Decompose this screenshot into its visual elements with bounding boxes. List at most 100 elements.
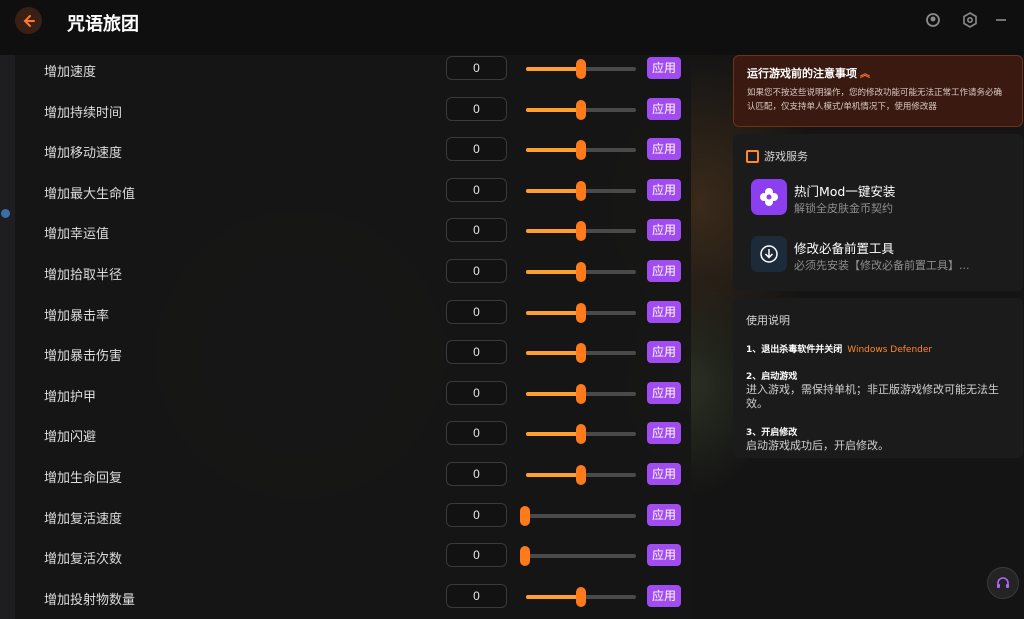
- mod-value-input[interactable]: 0: [446, 543, 507, 568]
- slider-thumb[interactable]: [576, 59, 586, 79]
- slider-thumb[interactable]: [576, 221, 586, 242]
- slider-thumb[interactable]: [576, 424, 586, 445]
- apply-button[interactable]: 应用: [647, 300, 681, 323]
- title-bar: 咒语旅团: [0, 0, 1024, 55]
- mod-label: 增加拾取半径: [44, 268, 123, 283]
- mod-slider[interactable]: [526, 302, 636, 323]
- mod-value-input[interactable]: 0: [446, 259, 507, 283]
- apply-button[interactable]: 应用: [647, 463, 681, 485]
- slider-fill: [526, 473, 581, 477]
- slider-thumb[interactable]: [576, 343, 586, 364]
- slider-fill: [526, 229, 581, 234]
- mod-value-input[interactable]: 0: [446, 177, 507, 202]
- slider-thumb[interactable]: [576, 586, 586, 607]
- download-icon: [751, 236, 787, 272]
- mod-slider[interactable]: [526, 383, 636, 404]
- slider-fill: [526, 432, 581, 437]
- mod-slider[interactable]: [526, 99, 636, 120]
- mod-value-input[interactable]: 0: [446, 502, 507, 527]
- windows-defender-link[interactable]: Windows Defender: [847, 345, 932, 355]
- instruction-step-head: 2、启动游戏: [746, 372, 798, 382]
- mod-slider[interactable]: [526, 424, 636, 445]
- mod-label: 增加复活次数: [44, 552, 123, 568]
- mod-label: 增加暴击率: [44, 308, 110, 324]
- mod-slider[interactable]: [526, 586, 636, 607]
- slider-thumb[interactable]: [576, 99, 586, 120]
- mod-label: 增加生命回复: [44, 471, 123, 486]
- mod-label: 增加持续时间: [44, 105, 123, 121]
- service-subtitle: 解锁全皮肤金币契约: [794, 202, 893, 215]
- mod-slider[interactable]: [526, 59, 636, 79]
- mod-row: 增加最大生命值 0 应用: [15, 177, 691, 208]
- mod-label: 增加复活速度: [44, 511, 123, 527]
- apply-button[interactable]: 应用: [647, 138, 681, 161]
- instruction-step-body: 进入游戏，需保持单机；非正版游戏修改可能无法生效。: [746, 383, 999, 410]
- mod-value-input[interactable]: 0: [446, 137, 507, 162]
- headset-icon: [997, 577, 1009, 588]
- apply-button[interactable]: 应用: [647, 381, 681, 404]
- mod-slider[interactable]: [526, 140, 636, 161]
- mod-slider[interactable]: [526, 180, 636, 201]
- slider-thumb[interactable]: [520, 546, 530, 567]
- apply-button[interactable]: 应用: [647, 422, 681, 445]
- mod-label: 增加移动速度: [44, 146, 123, 162]
- mod-value-input[interactable]: 0: [446, 421, 507, 446]
- services-header: 游戏服务: [746, 148, 808, 164]
- mod-slider[interactable]: [526, 465, 636, 485]
- apply-button[interactable]: 应用: [647, 57, 681, 79]
- slider-fill: [526, 594, 581, 599]
- mod-value-input[interactable]: 0: [446, 583, 507, 608]
- user-icon[interactable]: [925, 12, 941, 28]
- mod-list-panel: 增加速度 0 应用 增加持续时间 0 应用 增加移动速度 0 应用 增加最大生命值 0 应用 增加幸运值…: [15, 55, 691, 619]
- apply-button[interactable]: 应用: [647, 97, 681, 120]
- slider-thumb[interactable]: [576, 140, 586, 161]
- mod-value-input[interactable]: 0: [446, 96, 507, 121]
- slider-thumb[interactable]: [576, 262, 586, 282]
- apply-button[interactable]: 应用: [647, 503, 681, 526]
- mod-label: 增加速度: [44, 65, 97, 80]
- mod-value-input[interactable]: 0: [446, 299, 507, 324]
- slider-thumb[interactable]: [576, 302, 586, 323]
- notice-text: 如果您不按这些说明操作，您的修改功能可能无法正常工作请务必确认匹配，仅支持单人模…: [747, 88, 1003, 112]
- instruction-step-head: 3、开启修改: [746, 428, 798, 438]
- settings-icon[interactable]: [962, 12, 978, 28]
- mod-value-input[interactable]: 0: [446, 380, 507, 405]
- box-icon: [746, 149, 759, 163]
- service-item-prereq-tool[interactable]: 修改必备前置工具 必须先安装【修改必备前置工具】...: [751, 236, 1011, 276]
- game-services-card: 游戏服务 热门Mod一键安装 解锁全皮肤金币契约 修改必备前置工具 必须先安装【…: [733, 134, 1023, 291]
- slider-thumb[interactable]: [576, 180, 586, 201]
- back-button[interactable]: [15, 7, 42, 34]
- minimize-icon[interactable]: [993, 12, 1009, 28]
- mod-row: 增加生命回复 0 应用: [15, 462, 691, 492]
- mod-row: 增加闪避 0 应用: [15, 421, 691, 451]
- apply-button[interactable]: 应用: [647, 219, 681, 242]
- slider-thumb[interactable]: [520, 505, 530, 526]
- mod-slider[interactable]: [526, 343, 636, 364]
- mod-slider[interactable]: [526, 221, 636, 242]
- mod-slider[interactable]: [520, 505, 636, 526]
- mod-flower-icon: [751, 179, 787, 215]
- mod-value-input[interactable]: 0: [446, 462, 507, 486]
- slider-fill: [526, 148, 581, 153]
- slider-thumb[interactable]: [576, 465, 586, 485]
- mod-label: 增加闪避: [44, 430, 97, 446]
- slider-fill: [526, 391, 581, 396]
- notice-title[interactable]: 运行游戏前的注意事项 ︽: [747, 65, 1009, 81]
- apply-button[interactable]: 应用: [647, 584, 681, 607]
- service-item-mod-install[interactable]: 热门Mod一键安装 解锁全皮肤金币契约: [751, 179, 1011, 219]
- chevron-up-icon: ︽: [860, 69, 870, 80]
- instructions-title: 使用说明: [746, 314, 790, 327]
- notice-card: 运行游戏前的注意事项 ︽ 如果您不按这些说明操作，您的修改功能可能无法正常工作请务…: [733, 55, 1023, 127]
- apply-button[interactable]: 应用: [647, 178, 681, 201]
- mod-slider[interactable]: [526, 262, 636, 282]
- mod-value-input[interactable]: 0: [446, 218, 507, 243]
- mod-label: 增加护甲: [44, 389, 97, 405]
- apply-button[interactable]: 应用: [647, 260, 681, 282]
- support-button[interactable]: [987, 567, 1019, 599]
- mod-value-input[interactable]: 0: [446, 56, 507, 80]
- mod-slider[interactable]: [520, 546, 636, 567]
- mod-value-input[interactable]: 0: [446, 340, 507, 365]
- slider-thumb[interactable]: [576, 383, 586, 404]
- apply-button[interactable]: 应用: [647, 544, 681, 567]
- apply-button[interactable]: 应用: [647, 341, 681, 364]
